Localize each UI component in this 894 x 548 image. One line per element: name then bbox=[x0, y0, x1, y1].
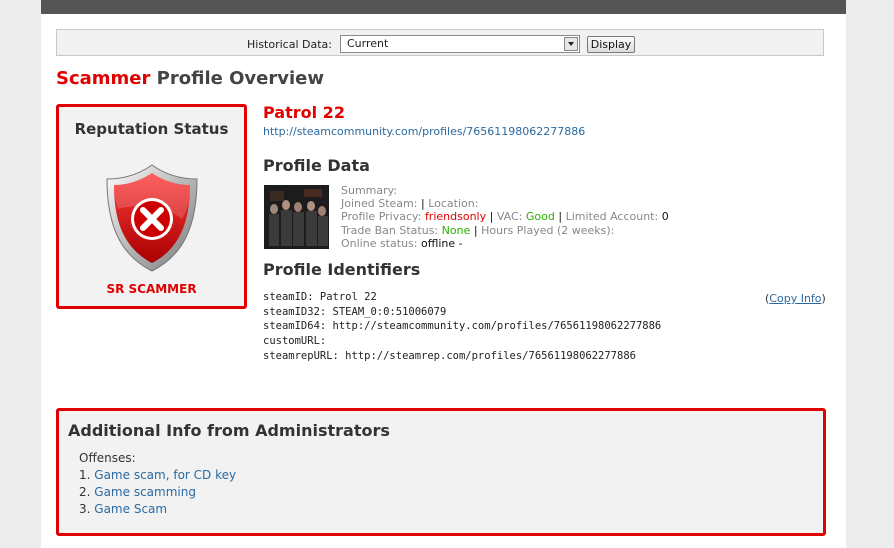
identifier-row: steamID32: STEAM_0:0:51006079 bbox=[263, 305, 447, 318]
display-button[interactable]: Display bbox=[587, 36, 635, 53]
list-item: 3. Game Scam bbox=[79, 501, 236, 518]
online-status-label: Online status: bbox=[341, 236, 418, 250]
limited-account-value: 0 bbox=[661, 210, 669, 224]
profile-identifiers-list: steamID: Patrol 22 steamID32: STEAM_0:0:… bbox=[263, 290, 661, 364]
offense-number: 2. bbox=[79, 485, 91, 499]
profile-data-heading: Profile Data bbox=[263, 156, 370, 175]
admin-info-panel: Additional Info from Administrators Offe… bbox=[56, 408, 826, 536]
offense-link[interactable]: Game scamming bbox=[94, 485, 196, 499]
profile-data-details: Summary: Joined Steam: | Location: Profi… bbox=[341, 184, 669, 250]
list-item: 2. Game scamming bbox=[79, 484, 236, 501]
privacy-label: Profile Privacy: bbox=[341, 210, 422, 224]
joined-steam-label: Joined Steam: bbox=[341, 197, 418, 211]
list-item: 1. Game scam, for CD key bbox=[79, 467, 236, 484]
limited-account-label: Limited Account: bbox=[565, 210, 659, 224]
online-status-value: offline - bbox=[420, 236, 463, 250]
offense-link[interactable]: Game scam, for CD key bbox=[94, 468, 236, 482]
scammer-shield-icon bbox=[106, 164, 198, 272]
profile-url-link[interactable]: http://steamcommunity.com/profiles/76561… bbox=[263, 125, 585, 138]
copy-info: (Copy Info) bbox=[765, 292, 826, 305]
reputation-status-title: Reputation Status bbox=[74, 120, 229, 138]
identifier-row: steamID: Patrol 22 bbox=[263, 291, 377, 303]
historical-data-bar: Historical Data: Current Display bbox=[56, 29, 824, 56]
identifier-row: steamrepURL: http://steamrep.com/profile… bbox=[263, 349, 636, 362]
offense-number: 1. bbox=[79, 468, 91, 482]
offense-link[interactable]: Game Scam bbox=[94, 502, 167, 516]
page-title-rest: Profile Overview bbox=[156, 68, 324, 89]
profile-name: Patrol 22 bbox=[263, 103, 345, 122]
vac-value: Good bbox=[525, 210, 555, 224]
page-title: Scammer Profile Overview bbox=[56, 68, 324, 89]
hours-played-label: Hours Played (2 weeks): bbox=[481, 223, 615, 237]
privacy-value: friendsonly bbox=[424, 210, 487, 224]
copy-info-link[interactable]: Copy Info bbox=[769, 292, 821, 305]
top-header-bar bbox=[41, 0, 846, 14]
reputation-status-value: SR SCAMMER bbox=[106, 282, 197, 296]
historical-data-select[interactable]: Current bbox=[340, 35, 580, 53]
chevron-down-icon[interactable] bbox=[564, 37, 578, 51]
summary-label: Summary: bbox=[341, 184, 398, 197]
location-label: Location: bbox=[428, 197, 479, 211]
trade-ban-label: Trade Ban Status: bbox=[341, 223, 439, 237]
profile-identifiers-heading: Profile Identifiers bbox=[263, 260, 421, 279]
offenses-list: 1. Game scam, for CD key 2. Game scammin… bbox=[79, 467, 236, 518]
historical-data-label: Historical Data: bbox=[247, 38, 332, 51]
offense-number: 3. bbox=[79, 502, 91, 516]
identifier-row: steamID64: http://steamcommunity.com/pro… bbox=[263, 320, 662, 333]
trade-ban-value: None bbox=[441, 223, 471, 237]
vac-label: VAC: bbox=[496, 210, 523, 224]
historical-data-selected: Current bbox=[347, 37, 389, 50]
page-title-highlight: Scammer bbox=[56, 68, 151, 89]
identifier-row: customURL: bbox=[263, 335, 327, 348]
admin-info-heading: Additional Info from Administrators bbox=[68, 421, 390, 440]
reputation-status-panel: Reputation Status SR SCAMMER bbox=[56, 104, 247, 309]
offenses-label: Offenses: bbox=[79, 451, 136, 465]
avatar bbox=[264, 185, 329, 249]
